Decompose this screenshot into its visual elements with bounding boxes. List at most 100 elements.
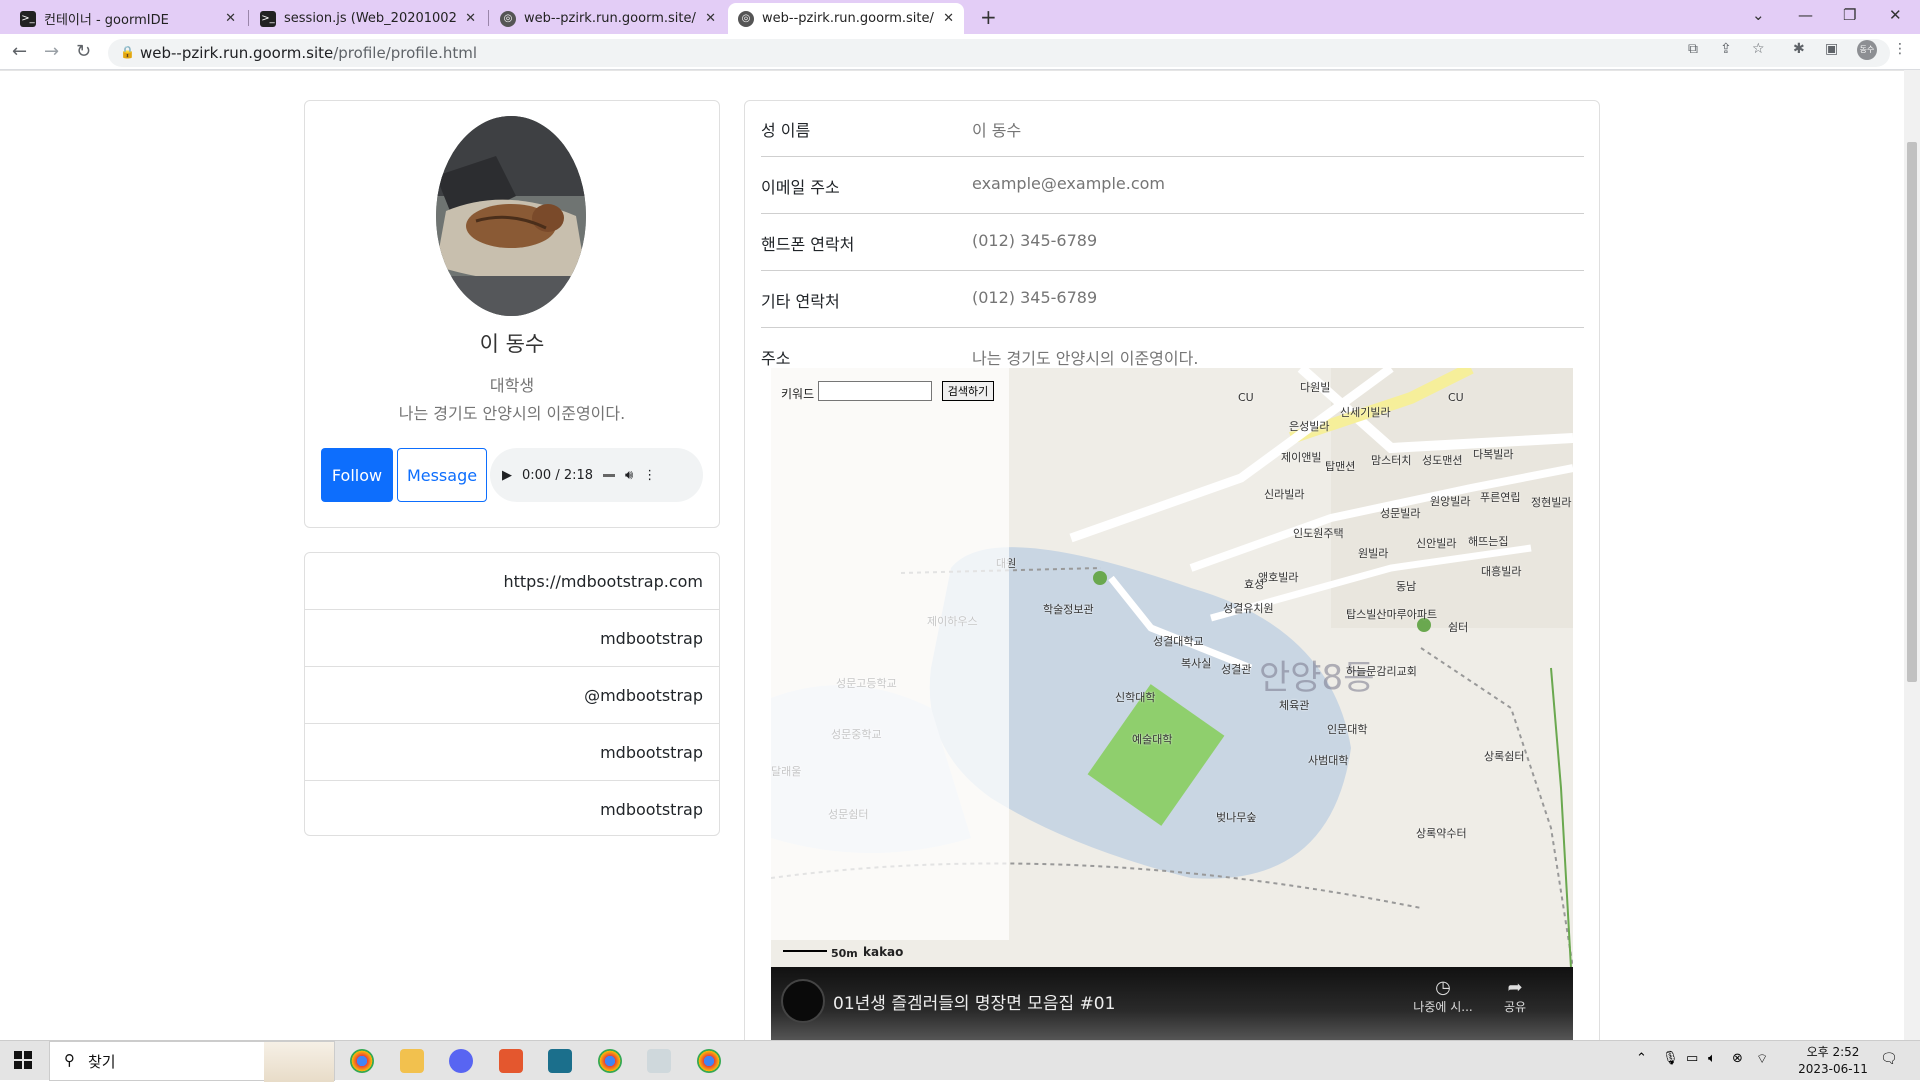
menu-icon[interactable]: ⋮ xyxy=(1893,41,1907,57)
close-window-button[interactable]: ✕ xyxy=(1889,6,1902,24)
map-place-label[interactable]: 벚나무숲 xyxy=(1216,809,1256,825)
windows-start-icon[interactable] xyxy=(14,1051,32,1069)
translate-icon[interactable]: ⧉ xyxy=(1688,41,1698,57)
map-place-label[interactable]: 맘스터치 xyxy=(1371,452,1411,468)
map-place-label[interactable]: 다복빌라 xyxy=(1473,446,1513,462)
map-place-label[interactable]: 인문대학 xyxy=(1327,721,1367,737)
map-place-label[interactable]: 성도맨션 xyxy=(1422,452,1462,468)
reload-icon[interactable]: ↻ xyxy=(76,41,91,62)
file-explorer-icon[interactable] xyxy=(400,1049,424,1073)
scrollbar-thumb[interactable] xyxy=(1907,142,1917,682)
map-place-label[interactable]: 탑스빌산마루아파트 xyxy=(1346,606,1437,622)
youtube-embed[interactable]: 01년생 즐겜러들의 명장면 모음집 #01 ◷ 나중에 시... ➦ 공유 xyxy=(771,967,1573,1040)
map-place-label[interactable]: 체육관 xyxy=(1279,697,1309,713)
profile-avatar[interactable]: 동수 xyxy=(1857,40,1877,60)
chrome-profile-icon[interactable] xyxy=(598,1049,622,1073)
wifi-icon[interactable]: ⌔ xyxy=(1756,1051,1768,1067)
tab-profile-html[interactable]: ◎ web--pzirk.run.goorm.site/profile/prof… xyxy=(728,3,964,34)
close-tab-icon[interactable]: ✕ xyxy=(705,11,716,26)
map-place-label[interactable]: 푸른연립 xyxy=(1480,489,1520,505)
list-item[interactable]: https://mdbootstrap.com xyxy=(305,553,719,610)
bookmark-star-icon[interactable]: ☆ xyxy=(1752,41,1765,57)
map-place-label[interactable]: 사범대학 xyxy=(1308,752,1348,768)
map-place-label[interactable]: 상록쉼터 xyxy=(1484,748,1524,764)
paint-icon[interactable] xyxy=(647,1049,671,1073)
list-item[interactable]: mdbootstrap xyxy=(305,781,719,838)
discord-icon[interactable] xyxy=(449,1049,473,1073)
map-place-label[interactable]: 복사실 xyxy=(1181,655,1211,671)
follow-button[interactable]: Follow xyxy=(321,448,393,502)
map-place-label[interactable]: 학술정보관 xyxy=(1043,601,1094,617)
message-button[interactable]: Message xyxy=(397,448,487,502)
taskbar-search[interactable]: ⚲ 찾기 xyxy=(49,1041,335,1082)
address-bar[interactable]: 🔒 web--pzirk.run.goorm.site/profile/prof… xyxy=(108,39,1890,67)
seek-bar[interactable] xyxy=(603,473,616,477)
map-place-label[interactable]: 하늘문감리교회 xyxy=(1346,663,1417,679)
tab-index-html[interactable]: ◎ web--pzirk.run.goorm.site/index.html ✕ xyxy=(490,3,726,34)
video-title[interactable]: 01년생 즐겜러들의 명장면 모음집 #01 xyxy=(833,989,1115,1014)
map-place-label[interactable]: 다원빌 xyxy=(1300,379,1330,395)
volume-icon[interactable]: 🔊︎ xyxy=(625,468,633,483)
map-place-label[interactable]: 성문빌라 xyxy=(1380,505,1420,521)
map-place-label[interactable]: 제이앤빌 xyxy=(1281,449,1321,465)
list-item[interactable]: mdbootstrap xyxy=(305,610,719,667)
tab-search-icon[interactable]: ⌄ xyxy=(1752,6,1765,24)
system-clock[interactable]: 오후 2:52 2023-06-11 xyxy=(1790,1044,1876,1078)
chrome-alt-icon[interactable] xyxy=(697,1049,721,1073)
close-tab-icon[interactable]: ✕ xyxy=(225,11,236,26)
map-place-label[interactable]: 성결유치원 xyxy=(1223,600,1274,616)
channel-avatar[interactable] xyxy=(781,979,825,1023)
minimize-button[interactable]: — xyxy=(1798,6,1813,24)
new-tab-button[interactable]: + xyxy=(980,5,997,29)
map-place-label[interactable]: 정현빌라 xyxy=(1531,494,1571,510)
share-button[interactable]: ➦ 공유 xyxy=(1493,977,1537,1015)
map-place-label[interactable]: 신안빌라 xyxy=(1416,535,1456,551)
maximize-button[interactable]: ❐ xyxy=(1843,6,1856,24)
map-place-label[interactable]: 성결관 xyxy=(1221,661,1251,677)
list-item[interactable]: @mdbootstrap xyxy=(305,667,719,724)
map-place-label[interactable]: 신학대학 xyxy=(1115,689,1155,705)
map-place-label[interactable]: 상록약수터 xyxy=(1416,825,1467,841)
map-place-label[interactable]: 신세기빌라 xyxy=(1340,404,1391,420)
status-icon[interactable]: ⊗ xyxy=(1732,1051,1743,1066)
network-icon[interactable]: ▭ xyxy=(1686,1051,1698,1066)
extensions-icon[interactable]: ✱ xyxy=(1793,41,1805,57)
more-options-icon[interactable]: ⋮ xyxy=(643,468,656,483)
watch-later-button[interactable]: ◷ 나중에 시... xyxy=(1411,977,1475,1015)
chrome-icon[interactable] xyxy=(350,1049,374,1073)
map-place-label[interactable]: 동남 xyxy=(1396,578,1416,594)
keyword-input[interactable] xyxy=(818,381,932,401)
lock-icon[interactable]: 🔒 xyxy=(120,45,135,59)
map-place-label[interactable]: 은성빌라 xyxy=(1289,418,1329,434)
media-player-icon[interactable] xyxy=(499,1049,523,1073)
map-place-label[interactable]: 해뜨는집 xyxy=(1468,533,1508,549)
map-place-label[interactable]: 인도원주택 xyxy=(1293,525,1344,541)
close-tab-icon[interactable]: ✕ xyxy=(465,11,476,26)
notification-icon[interactable]: 🗨︎ xyxy=(1880,1051,1898,1067)
map-place-label[interactable]: CU xyxy=(1448,391,1464,404)
play-icon[interactable]: ▶ xyxy=(502,468,512,483)
microphone-icon[interactable]: 🎙︎ xyxy=(1662,1051,1679,1066)
map-place-label[interactable]: CU xyxy=(1238,391,1254,404)
tab-goormide-container[interactable]: >_ 컨테이너 - goormIDE ✕ xyxy=(10,3,246,34)
close-tab-icon[interactable]: ✕ xyxy=(943,11,954,26)
share-icon[interactable]: ⇪ xyxy=(1720,41,1732,57)
tray-chevron-icon[interactable]: ⌃ xyxy=(1636,1051,1647,1066)
forward-icon[interactable]: → xyxy=(44,41,59,62)
side-panel-icon[interactable]: ▣ xyxy=(1825,41,1838,57)
map-place-label[interactable]: 신라빌라 xyxy=(1264,486,1304,502)
back-icon[interactable]: ← xyxy=(12,41,27,62)
map-place-label[interactable]: 성결대학교 xyxy=(1153,633,1204,649)
map-place-label[interactable]: 원빌라 xyxy=(1358,545,1388,561)
map-place-label[interactable]: 대흥빌라 xyxy=(1481,563,1521,579)
map-place-label[interactable]: 쉼터 xyxy=(1448,619,1468,635)
map-place-label[interactable]: 효성 xyxy=(1244,576,1264,592)
kakao-map[interactable]: 안양8동 50m kakao CU 다원빌 CU 신세기빌라 은성빌라 제이앤빌 탑맨션 맘스… xyxy=(771,368,1573,970)
search-button[interactable]: 검색하기 xyxy=(942,381,994,401)
tab-session-js[interactable]: >_ session.js (Web_20201002) - goormIDE … xyxy=(250,3,486,34)
app-icon[interactable] xyxy=(548,1049,572,1073)
map-place-label[interactable]: 원앙빌라 xyxy=(1430,493,1470,509)
speaker-icon[interactable]: 🔈︎ xyxy=(1708,1051,1716,1066)
map-place-label[interactable]: 탑맨션 xyxy=(1325,458,1355,474)
map-place-label[interactable]: 예술대학 xyxy=(1132,731,1172,747)
